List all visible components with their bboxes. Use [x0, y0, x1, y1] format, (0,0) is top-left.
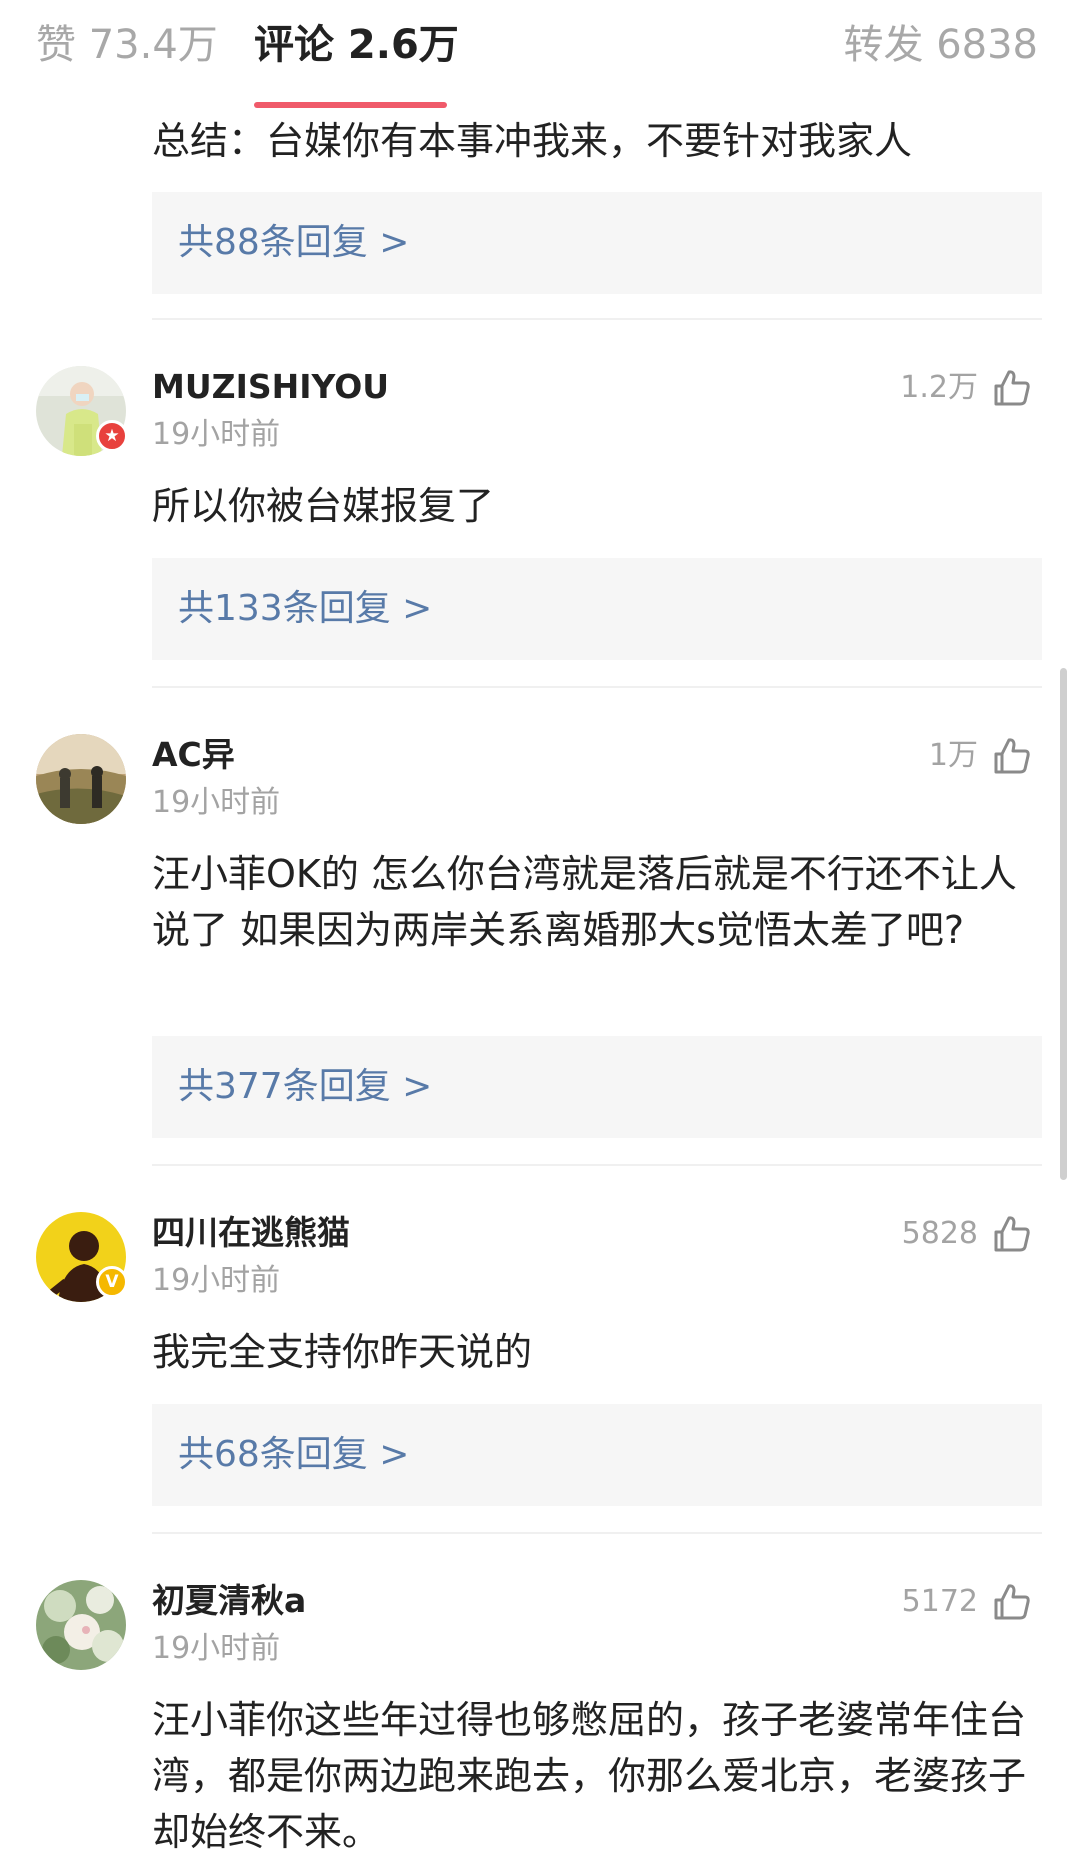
- thumbs-up-icon: [994, 738, 1030, 774]
- view-replies-link[interactable]: 共133条回复 >: [178, 586, 432, 632]
- comment-text: 所以你被台媒报复了: [152, 484, 495, 528]
- replies-box[interactable]: 共68条回复 >: [152, 1404, 1042, 1506]
- username[interactable]: MUZISHIYOU: [152, 366, 389, 408]
- like-count: 5172: [901, 1584, 978, 1619]
- tab-comments[interactable]: 评论 2.6万: [254, 20, 459, 70]
- avatar[interactable]: [36, 1580, 126, 1670]
- comment-divider: [152, 318, 1042, 320]
- avatar-image: [36, 734, 126, 824]
- comment-text: 汪小菲OK的 怎么你台湾就是落后就是不行还不让人说了 如果因为两岸关系离婚那大s…: [152, 852, 1017, 952]
- comment-divider: [152, 1164, 1042, 1166]
- tab-likes[interactable]: 赞 73.4万: [36, 20, 218, 70]
- like-button[interactable]: 5828: [902, 1212, 1032, 1256]
- replies-box[interactable]: 共377条回复 >: [152, 1036, 1042, 1138]
- tab-reposts[interactable]: 转发 6838: [843, 20, 1038, 70]
- view-replies-link[interactable]: 共68条回复 >: [178, 1432, 409, 1478]
- like-count: 1.2万: [900, 370, 978, 405]
- scrollbar-thumb[interactable]: [1060, 668, 1067, 1180]
- active-tab-indicator: [254, 102, 447, 108]
- comment-divider: [152, 686, 1042, 688]
- verified-badge-icon: ★: [96, 420, 128, 452]
- comment-time: 19小时前: [152, 1631, 281, 1666]
- thumbs-up-icon: [994, 370, 1030, 406]
- like-count: 5828: [901, 1216, 978, 1251]
- view-replies-link[interactable]: 共377条回复 >: [178, 1064, 432, 1110]
- thumbs-up-icon: [994, 1584, 1030, 1620]
- verified-badge-icon: V: [96, 1266, 128, 1298]
- comment-text: 我完全支持你昨天说的: [152, 1330, 533, 1374]
- comment-divider: [152, 1532, 1042, 1534]
- replies-box[interactable]: 共133条回复 >: [152, 558, 1042, 660]
- comment-text: 汪小菲你这些年过得也够憋屈的，孩子老婆常年住台湾，都是你两边跑来跑去，你那么爱北…: [152, 1698, 1027, 1854]
- username[interactable]: 四川在逃熊猫: [152, 1212, 350, 1254]
- like-button[interactable]: 1.2万: [900, 366, 1032, 410]
- avatar[interactable]: [36, 734, 126, 824]
- comment-text: 总结：台媒你有本事冲我来，不要针对我家人: [152, 119, 913, 163]
- comment-time: 19小时前: [152, 417, 281, 452]
- view-replies-link[interactable]: 共88条回复 >: [178, 220, 409, 266]
- avatar-image: [36, 1580, 126, 1670]
- comment-time: 19小时前: [152, 785, 281, 820]
- like-button[interactable]: 5172: [902, 1580, 1032, 1624]
- comment-tab-bar: 赞 73.4万 评论 2.6万 转发 6838: [0, 0, 1080, 110]
- like-button[interactable]: 1万: [929, 734, 1032, 778]
- replies-box[interactable]: 共88条回复 >: [152, 192, 1042, 294]
- username[interactable]: 初夏清秋a: [152, 1580, 306, 1622]
- thumbs-up-icon: [994, 1216, 1030, 1252]
- username[interactable]: AC异: [152, 734, 235, 776]
- like-count: 1万: [928, 738, 978, 773]
- comment-time: 19小时前: [152, 1263, 281, 1298]
